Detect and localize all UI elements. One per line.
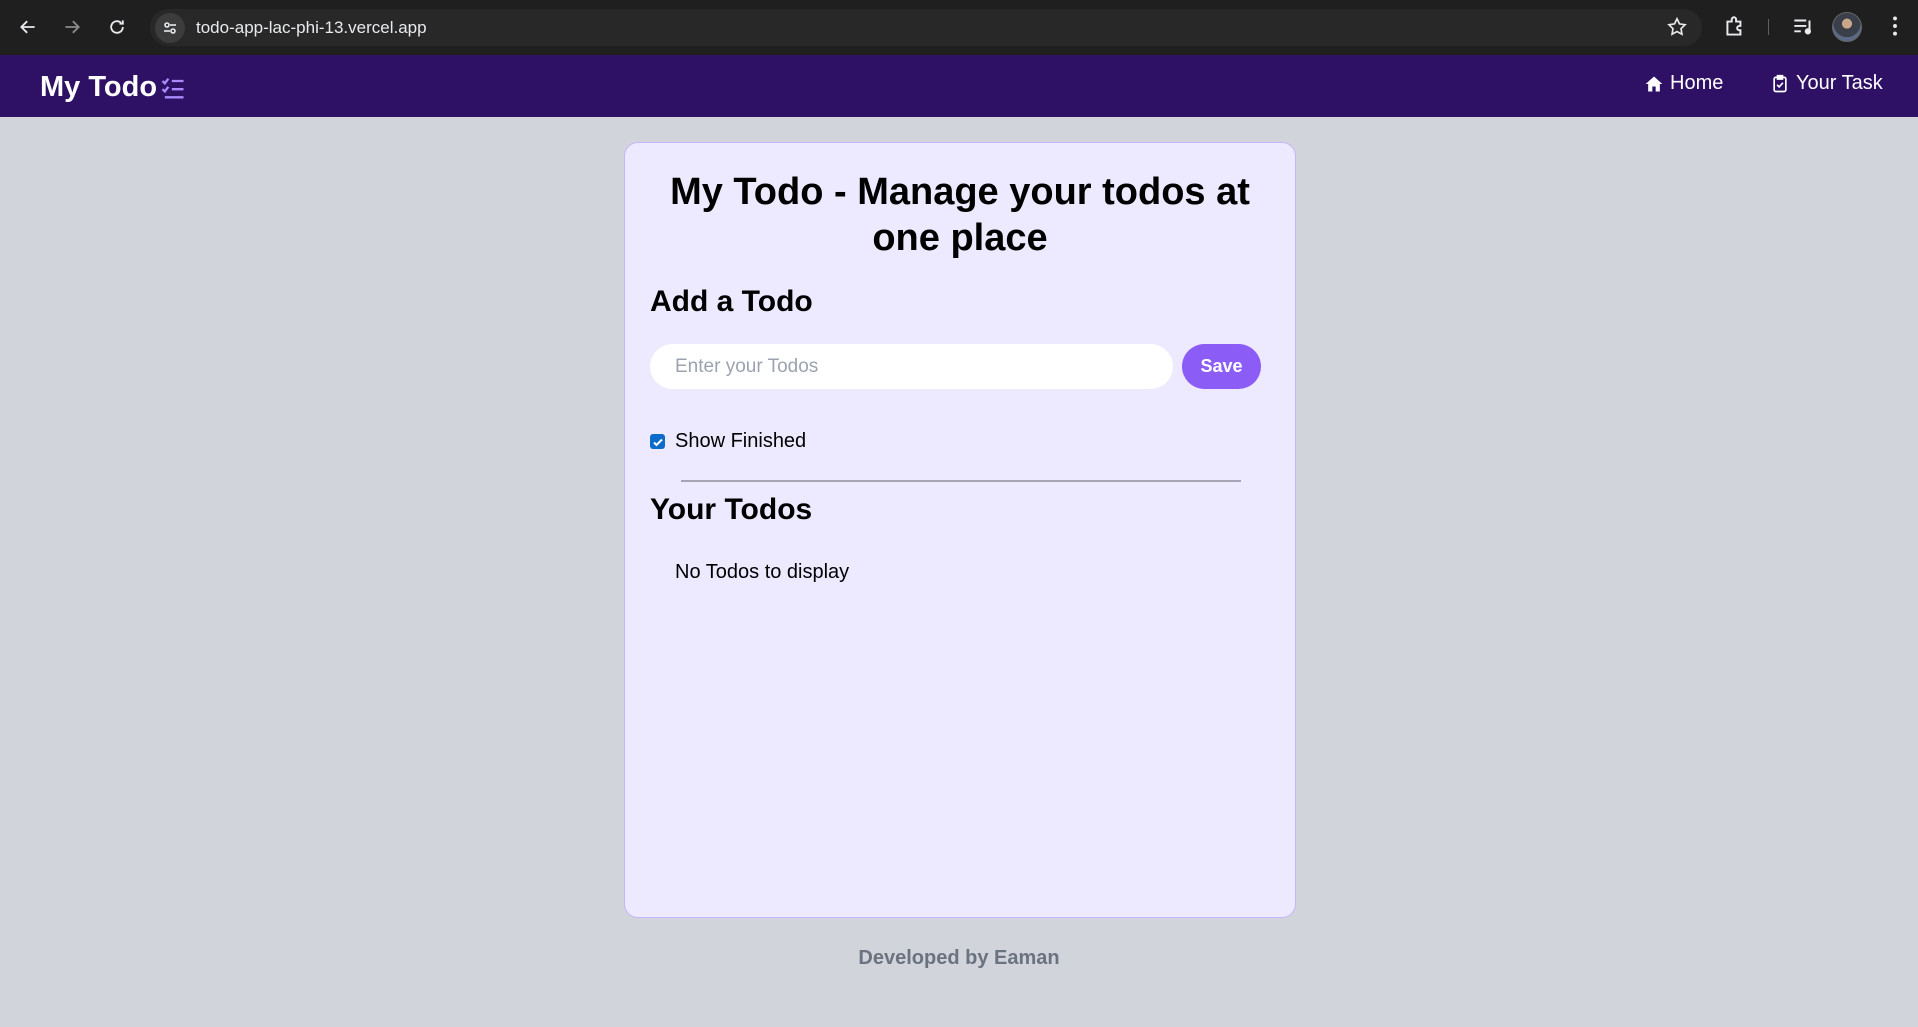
app-navbar: My Todo Home Your Task	[0, 55, 1918, 117]
back-icon[interactable]	[13, 12, 43, 42]
show-finished-row[interactable]: Show Finished	[650, 430, 806, 453]
nav-home-link[interactable]: Home	[1644, 72, 1723, 95]
checkmark-icon	[652, 438, 663, 446]
toolbar-separator	[1768, 19, 1769, 35]
nav-your-task-label: Your Task	[1796, 72, 1883, 94]
nav-home-label: Home	[1670, 72, 1724, 94]
url-text[interactable]: todo-app-lac-phi-13.vercel.app	[196, 18, 427, 38]
profile-avatar[interactable]	[1832, 12, 1862, 42]
browser-toolbar: todo-app-lac-phi-13.vercel.app	[0, 0, 1918, 55]
your-todos-heading: Your Todos	[650, 493, 813, 526]
forward-icon[interactable]	[57, 12, 87, 42]
show-finished-label[interactable]: Show Finished	[675, 430, 806, 453]
empty-todos-message: No Todos to display	[675, 561, 850, 583]
brand-text: My Todo	[40, 71, 158, 103]
checklist-icon	[159, 74, 187, 102]
task-check-icon	[1773, 74, 1787, 92]
page-title: My Todo - Manage your todos at one place	[670, 171, 1250, 259]
reload-icon[interactable]	[102, 12, 132, 42]
address-bar[interactable]: todo-app-lac-phi-13.vercel.app	[150, 9, 1702, 46]
bookmark-star-icon[interactable]	[1666, 16, 1688, 38]
footer-credit: Developed by Eaman	[858, 947, 1060, 969]
todo-card: My Todo - Manage your todos at one place…	[624, 142, 1296, 918]
media-control-icon[interactable]	[1790, 14, 1816, 40]
divider	[681, 480, 1241, 482]
site-info-icon[interactable]	[155, 12, 185, 43]
more-menu-icon[interactable]	[1882, 13, 1908, 39]
todo-input[interactable]	[650, 344, 1173, 389]
home-icon	[1645, 76, 1663, 91]
save-button[interactable]: Save	[1182, 344, 1261, 389]
add-todo-heading: Add a Todo	[650, 285, 813, 318]
extensions-icon[interactable]	[1722, 14, 1748, 40]
brand-logo[interactable]: My Todo	[40, 71, 187, 104]
show-finished-checkbox[interactable]	[650, 434, 665, 449]
nav-your-task-link[interactable]: Your Task	[1770, 72, 1883, 95]
